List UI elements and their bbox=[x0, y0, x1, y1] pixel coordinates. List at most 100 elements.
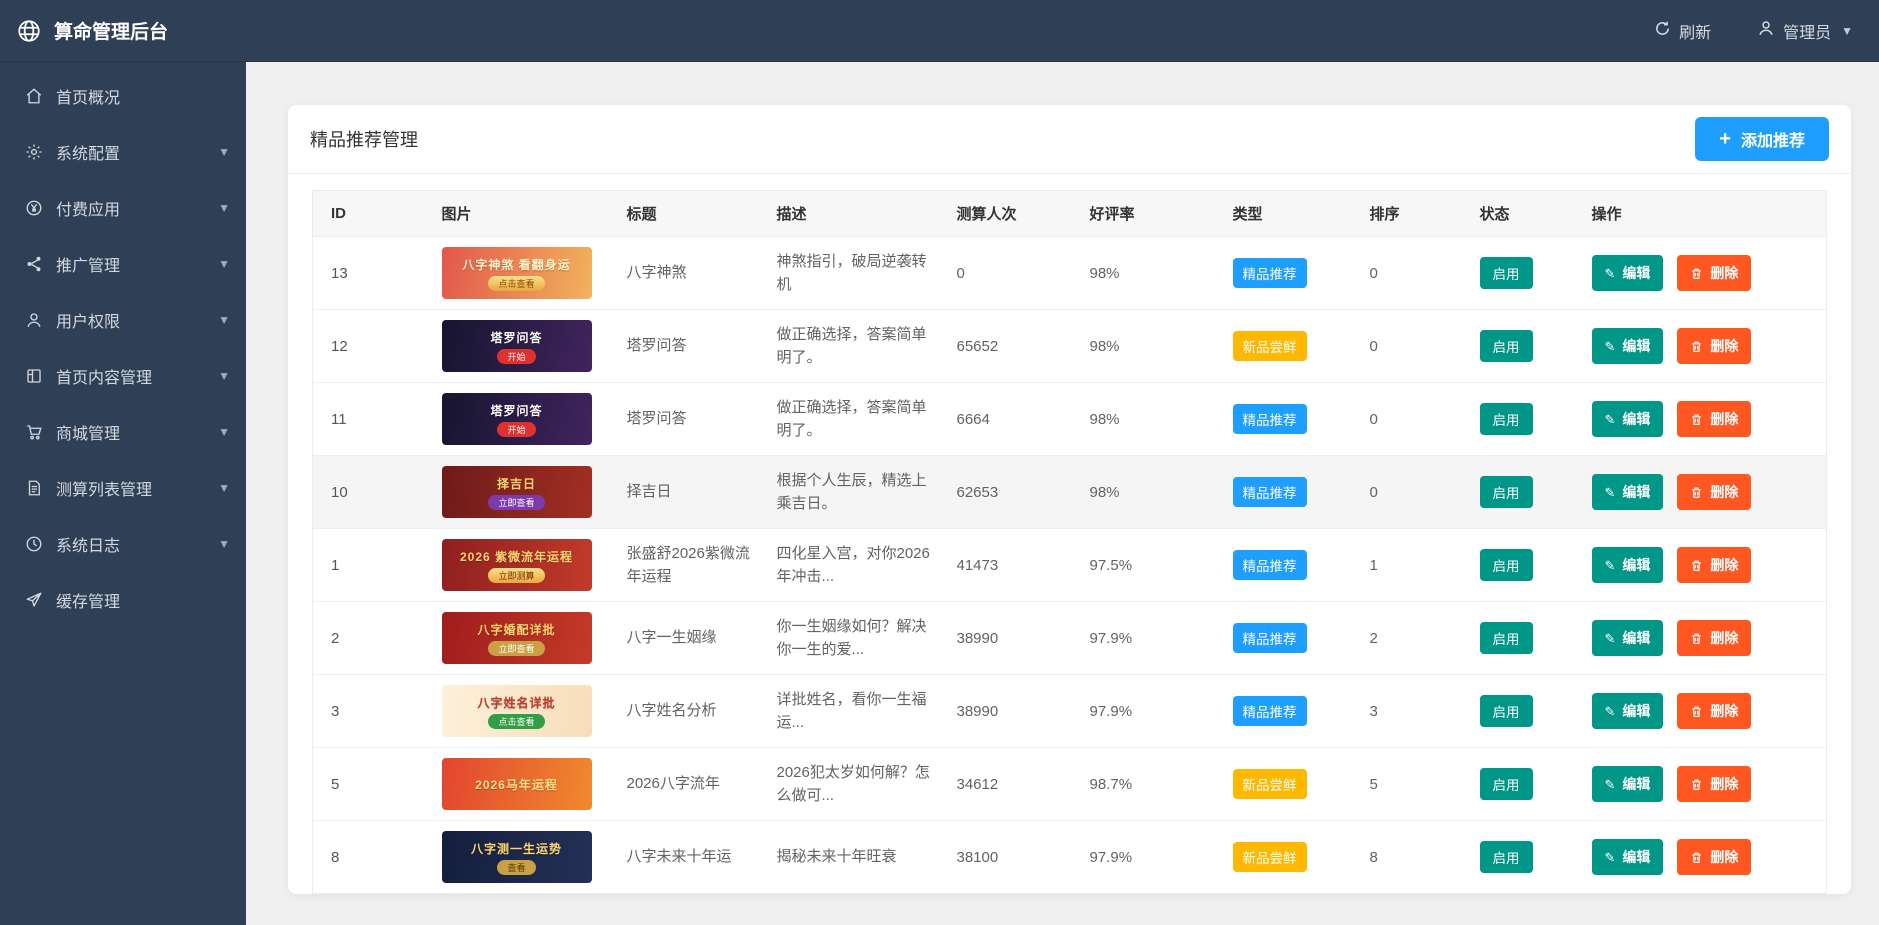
add-recommend-button[interactable]: + 添加推荐 bbox=[1695, 117, 1829, 161]
cell-title: 塔罗问答 bbox=[612, 309, 763, 383]
user-menu[interactable]: 管理员 ▼ bbox=[1757, 19, 1853, 43]
chevron-down-icon: ▼ bbox=[218, 257, 230, 271]
table-row: 10 择吉日 立即查看 择吉日 根据个人生辰，精选上乘吉日。 62653 98%… bbox=[312, 455, 1827, 529]
sidebar-item-home-content[interactable]: 首页内容管理 ▼ bbox=[0, 348, 246, 404]
sidebar: 首页概况 系统配置 ▼ 付费应用 ▼ 推广管理 ▼ 用户权限 ▼ 首页内容管理 … bbox=[0, 62, 246, 925]
cell-id: 5 bbox=[312, 747, 428, 821]
cell-image: 八字神煞 看翻身运 点击查看 bbox=[427, 236, 613, 310]
cell-image: 2026马年运程 bbox=[427, 747, 613, 821]
banner-title-text: 八字测一生运势 bbox=[470, 841, 562, 856]
pencil-icon: ✎ bbox=[1604, 557, 1616, 573]
layout-icon bbox=[24, 366, 44, 386]
edit-button[interactable]: ✎ 编辑 bbox=[1591, 620, 1664, 656]
delete-button[interactable]: 删除 bbox=[1677, 328, 1752, 364]
banner-button-text: 开始 bbox=[497, 421, 536, 437]
delete-button[interactable]: 删除 bbox=[1677, 693, 1752, 729]
pencil-icon: ✎ bbox=[1604, 484, 1616, 500]
cell-title: 择吉日 bbox=[612, 455, 763, 529]
cell-status: 启用 bbox=[1465, 309, 1578, 383]
delete-button[interactable]: 删除 bbox=[1677, 547, 1752, 583]
plus-icon: + bbox=[1719, 128, 1731, 150]
sidebar-item-user-permissions[interactable]: 用户权限 ▼ bbox=[0, 292, 246, 348]
col-count: 测算人次 bbox=[942, 190, 1076, 237]
cell-description: 做正确选择，答案简单明了。 bbox=[762, 382, 943, 456]
chevron-down-icon: ▼ bbox=[218, 313, 230, 327]
pencil-icon: ✎ bbox=[1604, 703, 1616, 719]
promo-banner-image: 八字婚配详批 立即查看 bbox=[441, 612, 592, 664]
app-title: 算命管理后台 bbox=[54, 22, 169, 43]
promo-banner-image: 择吉日 立即查看 bbox=[441, 466, 592, 518]
edit-button[interactable]: ✎ 编辑 bbox=[1591, 766, 1664, 802]
document-icon bbox=[24, 478, 44, 498]
globe-icon bbox=[16, 18, 42, 44]
app-brand: 算命管理后台 bbox=[16, 17, 168, 44]
cell-type: 精品推荐 bbox=[1218, 455, 1356, 529]
delete-button[interactable]: 删除 bbox=[1677, 839, 1752, 875]
table-row: 5 2026马年运程 2026八字流年 2026犯太岁如何解？怎么做可... 3… bbox=[312, 747, 1827, 821]
refresh-button[interactable]: 刷新 bbox=[1654, 19, 1711, 43]
cell-title: 八字神煞 bbox=[612, 236, 763, 310]
cell-status: 启用 bbox=[1465, 674, 1578, 748]
banner-button-text: 立即查看 bbox=[488, 494, 545, 510]
cell-status: 启用 bbox=[1465, 601, 1578, 675]
pencil-icon: ✎ bbox=[1604, 630, 1616, 646]
cell-order: 1 bbox=[1355, 528, 1466, 602]
sidebar-item-paid-apps[interactable]: 付费应用 ▼ bbox=[0, 180, 246, 236]
cell-image: 八字测一生运势 查看 bbox=[428, 821, 613, 894]
yen-icon bbox=[24, 198, 44, 218]
edit-button[interactable]: ✎ 编辑 bbox=[1591, 255, 1664, 291]
cell-id: 10 bbox=[312, 455, 428, 529]
cell-status: 启用 bbox=[1465, 528, 1578, 602]
edit-button[interactable]: ✎ 编辑 bbox=[1591, 401, 1664, 437]
status-badge: 启用 bbox=[1479, 841, 1533, 873]
cell-title: 八字一生姻缘 bbox=[612, 601, 763, 675]
gear-icon bbox=[24, 142, 44, 162]
edit-button[interactable]: ✎ 编辑 bbox=[1591, 693, 1664, 729]
cell-type: 精品推荐 bbox=[1218, 236, 1356, 310]
banner-title-text: 塔罗问答 bbox=[490, 330, 543, 345]
sidebar-item-calc-list[interactable]: 测算列表管理 ▼ bbox=[0, 460, 246, 516]
edit-button[interactable]: ✎ 编辑 bbox=[1591, 328, 1664, 364]
cell-order: 2 bbox=[1355, 601, 1466, 675]
delete-button[interactable]: 删除 bbox=[1677, 255, 1752, 291]
sidebar-item-cache[interactable]: 缓存管理 bbox=[0, 572, 246, 628]
chevron-down-icon: ▼ bbox=[218, 369, 230, 383]
cell-rate: 97.9% bbox=[1075, 674, 1219, 748]
col-actions: 操作 bbox=[1577, 190, 1827, 237]
delete-button[interactable]: 删除 bbox=[1677, 474, 1752, 510]
edit-button[interactable]: ✎ 编辑 bbox=[1591, 547, 1664, 583]
cell-rate: 98% bbox=[1075, 455, 1219, 529]
cell-image: 八字姓名详批 点击查看 bbox=[427, 674, 613, 748]
table-header-row: ID 图片 标题 描述 测算人次 好评率 类型 排序 状态 操作 bbox=[312, 190, 1827, 237]
cell-order: 0 bbox=[1355, 309, 1466, 383]
promo-banner-image: 八字神煞 看翻身运 点击查看 bbox=[441, 247, 592, 299]
cell-status: 启用 bbox=[1465, 382, 1578, 456]
delete-button[interactable]: 删除 bbox=[1677, 620, 1752, 656]
col-id: ID bbox=[312, 190, 428, 237]
cell-id: 2 bbox=[312, 601, 428, 675]
type-badge: 新品尝鲜 bbox=[1232, 769, 1307, 799]
delete-button[interactable]: 删除 bbox=[1677, 766, 1752, 802]
delete-button[interactable]: 删除 bbox=[1677, 401, 1752, 437]
user-icon bbox=[24, 310, 44, 330]
chevron-down-icon: ▼ bbox=[218, 145, 230, 159]
status-badge: 启用 bbox=[1479, 330, 1533, 362]
type-badge: 新品尝鲜 bbox=[1232, 842, 1307, 872]
sidebar-item-home[interactable]: 首页概况 bbox=[0, 68, 246, 124]
refresh-icon bbox=[1654, 20, 1671, 42]
table-row: 12 塔罗问答 开始 塔罗问答 做正确选择，答案简单明了。 65652 98% … bbox=[312, 309, 1827, 383]
banner-title-text: 2026马年运程 bbox=[475, 777, 558, 792]
col-status: 状态 bbox=[1465, 190, 1578, 237]
sidebar-item-system-config[interactable]: 系统配置 ▼ bbox=[0, 124, 246, 180]
table-row: 1 2026 紫微流年运程 立即测算 张盛舒2026紫微流年运程 四化星入宫，对… bbox=[312, 528, 1827, 602]
edit-button[interactable]: ✎ 编辑 bbox=[1591, 839, 1664, 875]
sidebar-item-mall[interactable]: 商城管理 ▼ bbox=[0, 404, 246, 460]
sidebar-item-promotion[interactable]: 推广管理 ▼ bbox=[0, 236, 246, 292]
sidebar-item-system-logs[interactable]: 系统日志 ▼ bbox=[0, 516, 246, 572]
table-row: 13 八字神煞 看翻身运 点击查看 八字神煞 神煞指引，破局逆袭转机 0 98%… bbox=[312, 236, 1827, 310]
edit-button[interactable]: ✎ 编辑 bbox=[1591, 474, 1664, 510]
cell-image: 塔罗问答 开始 bbox=[427, 382, 613, 456]
cell-type: 精品推荐 bbox=[1218, 601, 1356, 675]
cell-id: 3 bbox=[312, 674, 428, 748]
clock-icon bbox=[24, 534, 44, 554]
